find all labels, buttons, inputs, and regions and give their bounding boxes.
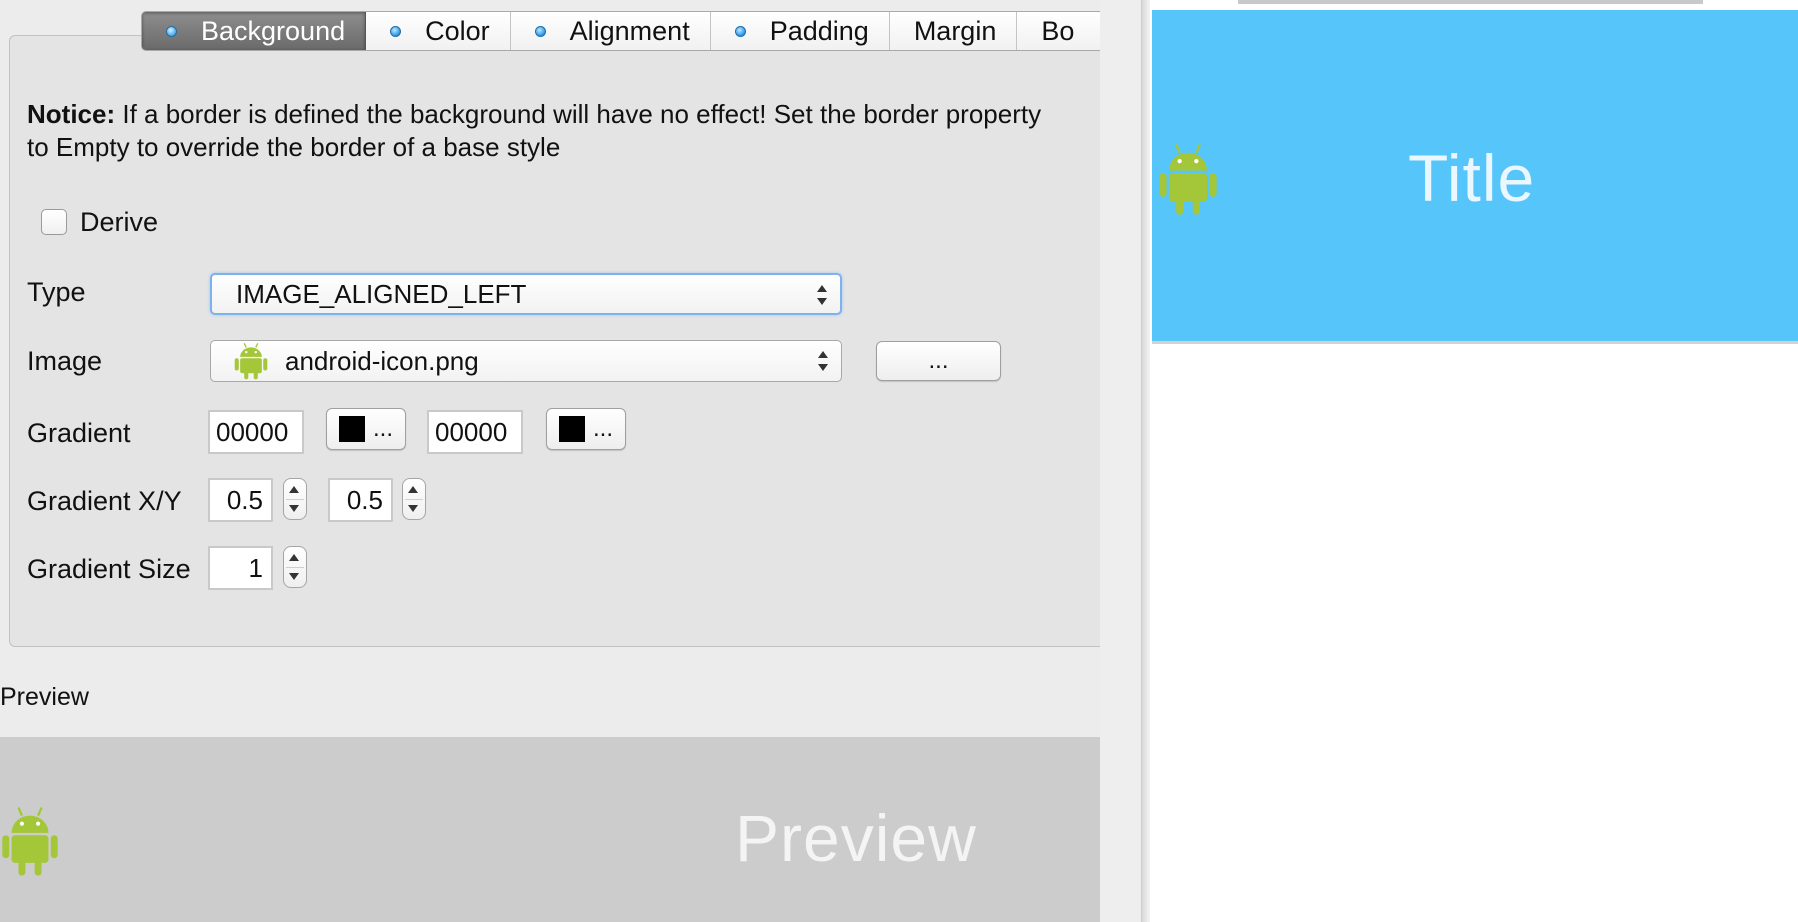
tab-alignment[interactable]: Alignment xyxy=(511,12,711,50)
tab-padding[interactable]: Padding xyxy=(711,12,890,50)
picker-label: ... xyxy=(373,415,394,442)
gradient-xy-label: Gradient X/Y xyxy=(27,486,182,516)
tab-status-dot-icon xyxy=(166,25,177,37)
type-select[interactable]: IMAGE_ALIGNED_LEFT xyxy=(210,273,842,315)
tab-label: Bo xyxy=(1041,15,1075,46)
tab-status-dot-icon xyxy=(734,25,746,37)
step-down-icon xyxy=(289,573,299,580)
tab-status-dot-icon xyxy=(534,25,546,37)
color-swatch-icon xyxy=(339,416,365,442)
tab-status-dot-icon xyxy=(390,25,402,37)
gradient-color1-field[interactable]: 00000 xyxy=(208,410,304,454)
updown-arrows-icon xyxy=(816,283,828,307)
android-icon xyxy=(234,343,268,380)
step-up-icon xyxy=(289,486,299,493)
gradient-size-field[interactable]: 1 xyxy=(208,546,273,590)
gradient-x-field[interactable]: 0.5 xyxy=(208,478,273,522)
tab-margin[interactable]: Margin xyxy=(890,12,1018,50)
preview-section-label: Preview xyxy=(0,683,89,711)
step-down-icon xyxy=(408,505,418,512)
tab-color[interactable]: Color xyxy=(366,12,511,50)
gradient-size-label: Gradient Size xyxy=(27,554,191,584)
android-icon xyxy=(2,807,58,876)
gradient-color1-picker-button[interactable]: ... xyxy=(326,408,406,450)
android-icon xyxy=(1159,143,1217,215)
image-label: Image xyxy=(27,346,103,376)
preview-title: Title xyxy=(1408,141,1536,215)
tab-background[interactable]: Background xyxy=(142,12,367,50)
derive-label: Derive xyxy=(80,207,159,237)
type-label: Type xyxy=(27,277,86,307)
step-up-icon xyxy=(289,554,299,561)
tab-label: Margin xyxy=(913,15,997,46)
tab-label: Color xyxy=(425,15,490,46)
gradient-color2-picker-button[interactable]: ... xyxy=(546,408,626,450)
gradient-y-field[interactable]: 0.5 xyxy=(328,478,393,522)
preview-top-bar xyxy=(1238,0,1703,4)
step-down-icon xyxy=(289,505,299,512)
preview-title-text: Preview xyxy=(735,801,977,875)
split-pane-divider[interactable] xyxy=(1141,0,1150,922)
gradient-label: Gradient xyxy=(27,418,131,448)
step-up-icon xyxy=(408,486,418,493)
picker-label: ... xyxy=(593,415,614,442)
image-select[interactable]: android-icon.png xyxy=(210,340,842,382)
gradient-x-stepper[interactable] xyxy=(283,478,307,520)
tab-bar: Background Color Alignment Padding Margi… xyxy=(141,11,1100,51)
gradient-color2-field[interactable]: 00000 xyxy=(427,410,523,454)
image-select-value: android-icon.png xyxy=(285,345,479,376)
tab-label: Background xyxy=(201,15,346,46)
image-browse-button[interactable]: ... xyxy=(876,341,1001,381)
gradient-size-stepper[interactable] xyxy=(283,546,307,588)
style-editor-panel: Background Color Alignment Padding Margi… xyxy=(0,0,1100,922)
type-select-value: IMAGE_ALIGNED_LEFT xyxy=(236,278,527,309)
notice-bold-label: Notice: xyxy=(27,99,116,129)
tab-label: Padding xyxy=(769,15,869,46)
derive-checkbox[interactable] xyxy=(41,209,67,235)
color-swatch-icon xyxy=(559,416,585,442)
updown-arrows-icon xyxy=(817,349,829,373)
notice-text: If a border is defined the background wi… xyxy=(27,99,1042,162)
tab-border[interactable]: Bo xyxy=(1017,12,1094,50)
gradient-y-stepper[interactable] xyxy=(402,478,426,520)
border-notice: Notice: If a border is defined the backg… xyxy=(27,98,1057,164)
tab-label: Alignment xyxy=(569,15,690,46)
